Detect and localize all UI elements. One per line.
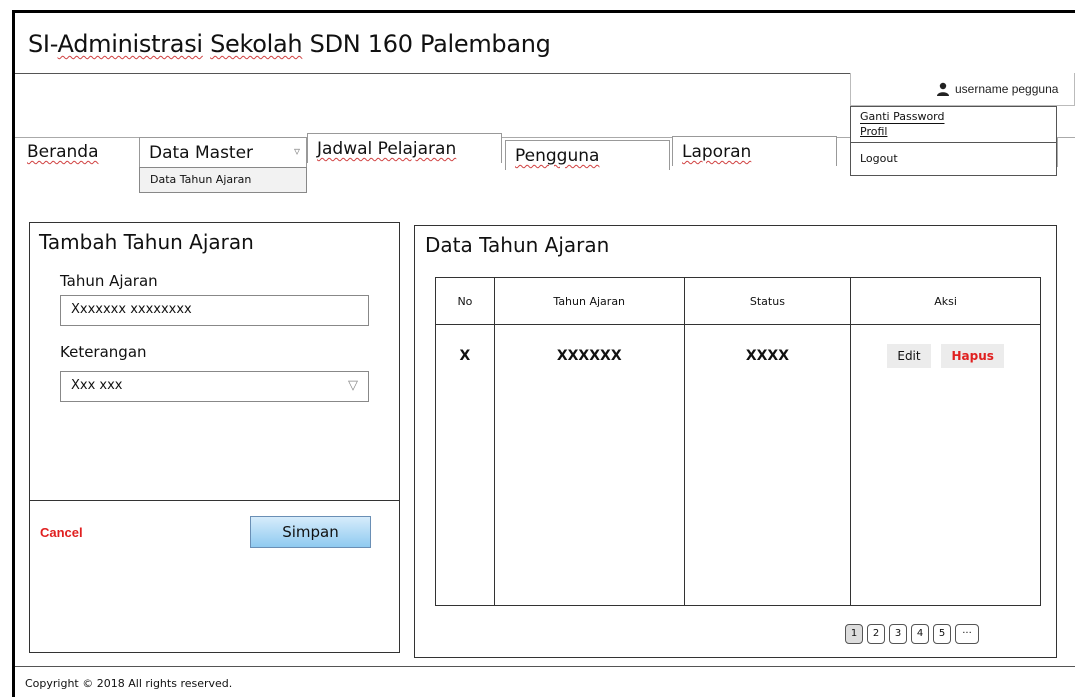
- user-menu-toggle[interactable]: username pegguna: [936, 82, 1058, 96]
- username-label: username pegguna: [955, 82, 1059, 96]
- form-title: Tambah Tahun Ajaran: [39, 230, 254, 254]
- col-no: No: [435, 277, 495, 325]
- keterangan-label: Keterangan: [60, 343, 147, 361]
- user-icon: [937, 82, 949, 96]
- data-table: No Tahun Ajaran Status Aksi X XXXXXX XXX…: [435, 277, 1041, 606]
- dropdown-divider: [851, 142, 1056, 143]
- col-tahun-ajaran: Tahun Ajaran: [493, 277, 685, 325]
- submenu-data-tahun-ajaran[interactable]: Data Tahun Ajaran: [139, 167, 307, 193]
- nav-laporan[interactable]: Laporan: [672, 136, 837, 166]
- cell-status: XXXX: [683, 324, 852, 606]
- page-2[interactable]: 2: [867, 624, 885, 644]
- page-4[interactable]: 4: [911, 624, 929, 644]
- form-footer-divider: [29, 500, 400, 501]
- tahun-ajaran-label: Tahun Ajaran: [60, 272, 158, 290]
- page-1[interactable]: 1: [845, 624, 863, 644]
- cell-tahun-ajaran: XXXXXX: [493, 324, 685, 606]
- table-row: X XXXXXX XXXX Edit Hapus: [435, 324, 1041, 606]
- page-5[interactable]: 5: [933, 624, 951, 644]
- tahun-ajaran-input[interactable]: Xxxxxxx xxxxxxxx: [60, 295, 369, 326]
- app-title: SI-Administrasi Sekolah SDN 160 Palemban…: [28, 30, 551, 58]
- menu-logout[interactable]: Logout: [860, 152, 898, 165]
- chevron-down-icon: ▽: [348, 378, 358, 393]
- cell-aksi: Edit Hapus: [850, 324, 1041, 606]
- col-aksi: Aksi: [850, 277, 1041, 325]
- pagination: 1 2 3 4 5 ···: [845, 624, 979, 644]
- nav-beranda[interactable]: Beranda: [18, 137, 136, 167]
- delete-button[interactable]: Hapus: [941, 344, 1004, 368]
- table-header-row: No Tahun Ajaran Status Aksi: [435, 277, 1041, 325]
- keterangan-value: Xxx xxx: [71, 378, 123, 393]
- cell-no: X: [435, 324, 495, 606]
- page-3[interactable]: 3: [889, 624, 907, 644]
- copyright-text: Copyright © 2018 All rights reserved.: [25, 677, 233, 690]
- footer-divider: [15, 666, 1075, 667]
- save-button[interactable]: Simpan: [250, 516, 371, 548]
- col-status: Status: [683, 277, 852, 325]
- nav-jadwal-pelajaran[interactable]: Jadwal Pelajaran: [307, 133, 502, 163]
- nav-data-master[interactable]: Data Master ▿: [139, 137, 307, 167]
- menu-ganti-password[interactable]: Ganti Password: [860, 110, 944, 123]
- nav-top-line-right: [1057, 137, 1075, 138]
- menu-profil[interactable]: Profil: [860, 125, 887, 138]
- nav-right-edge: [1057, 137, 1058, 167]
- nav-pengguna[interactable]: Pengguna: [505, 140, 670, 170]
- keterangan-select[interactable]: Xxx xxx ▽: [60, 371, 369, 402]
- list-title: Data Tahun Ajaran: [425, 233, 610, 257]
- cancel-button[interactable]: Cancel: [40, 525, 83, 540]
- page-more[interactable]: ···: [955, 624, 979, 644]
- user-dropdown: Ganti Password Profil Logout: [850, 106, 1057, 176]
- chevron-down-icon: ▿: [293, 144, 300, 158]
- edit-button[interactable]: Edit: [887, 344, 931, 368]
